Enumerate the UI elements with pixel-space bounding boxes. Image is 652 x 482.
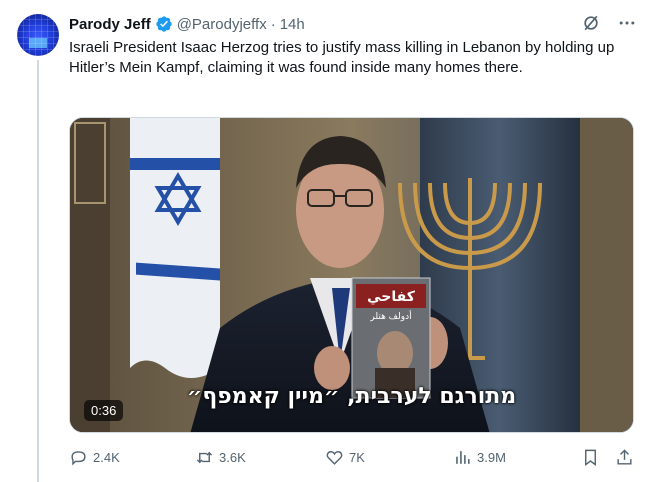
author-handle[interactable]: @Parodyjeffx bbox=[177, 16, 267, 33]
reply-count: 2.4K bbox=[93, 450, 120, 465]
verified-badge-icon[interactable] bbox=[155, 15, 173, 33]
author-name[interactable]: Parody Jeff bbox=[69, 16, 151, 33]
tweet-header: Parody Jeff @Parodyjeffx · 14h bbox=[69, 13, 305, 35]
tweet-text: Israeli President Isaac Herzog tries to … bbox=[69, 39, 615, 76]
share-icon bbox=[617, 449, 632, 465]
thread-line bbox=[37, 60, 39, 482]
tweet[interactable]: Parody Jeff @Parodyjeffx · 14h Israeli P… bbox=[0, 0, 652, 482]
share-button[interactable] bbox=[615, 448, 634, 467]
views-button[interactable]: 3.9M bbox=[453, 448, 506, 467]
more-options-icon[interactable] bbox=[616, 12, 638, 34]
reply-icon bbox=[71, 451, 86, 466]
video-subtitle: מתורגם לערבית, ״מיין קאמפף״ bbox=[186, 384, 517, 409]
reply-button[interactable]: 2.4K bbox=[69, 448, 120, 467]
views-icon bbox=[456, 451, 470, 464]
video-player[interactable]: كفاحي أدولف هتلر מתורגם לערבית, ״מיין קא… bbox=[69, 117, 634, 433]
book-author: أدولف هتلر bbox=[369, 310, 411, 322]
timestamp[interactable]: 14h bbox=[280, 16, 305, 33]
book-title: كفاحي bbox=[367, 289, 416, 305]
grok-icon[interactable] bbox=[580, 12, 602, 34]
separator-dot: · bbox=[270, 15, 276, 33]
bookmark-button[interactable] bbox=[581, 448, 600, 467]
video-duration: 0:36 bbox=[84, 400, 124, 421]
like-count: 7K bbox=[349, 450, 365, 465]
repost-icon bbox=[196, 451, 213, 464]
repost-count: 3.6K bbox=[219, 450, 246, 465]
repost-button[interactable]: 3.6K bbox=[195, 448, 246, 467]
heart-icon bbox=[326, 451, 343, 465]
action-bar: 2.4K 3.6K 7K 3.9M bbox=[69, 448, 635, 470]
views-count: 3.9M bbox=[477, 450, 506, 465]
avatar[interactable] bbox=[17, 14, 59, 56]
bookmark-icon bbox=[585, 449, 596, 467]
like-button[interactable]: 7K bbox=[325, 448, 365, 467]
